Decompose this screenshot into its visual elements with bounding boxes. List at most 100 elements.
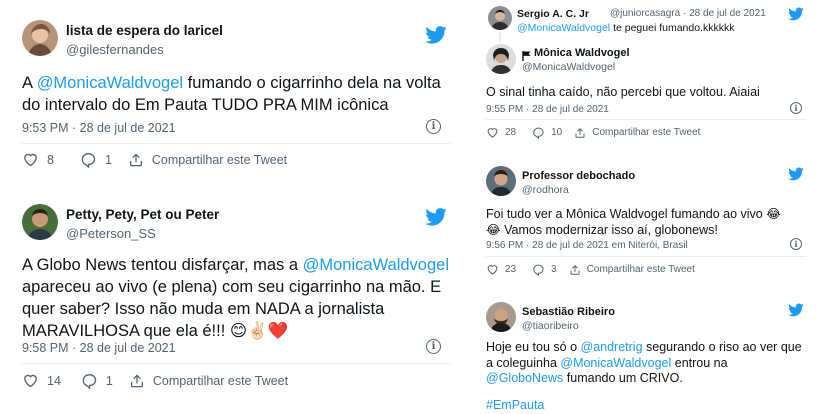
action-bar: 28 10 Compartilhar este Tweet (486, 126, 700, 139)
divider (22, 143, 450, 144)
author-name[interactable]: Petty, Pety, Pet ou Peter (66, 207, 219, 222)
like-count: 8 (47, 152, 54, 167)
info-icon[interactable]: i (426, 339, 441, 354)
quoted-author-name[interactable]: Sergio A. C. Jr (517, 8, 589, 20)
heart-icon (486, 263, 499, 276)
reply-bubble-icon (532, 126, 545, 139)
share-upload-icon (128, 152, 144, 168)
text-part: A (22, 74, 37, 92)
share-label: Compartilhar este Tweet (592, 127, 701, 138)
avatar[interactable] (486, 302, 516, 332)
tweet-text: Hoje eu tou só o @andretrig segurando o … (486, 340, 802, 387)
heart-icon (22, 372, 39, 389)
twitter-bird-icon[interactable] (425, 206, 447, 228)
thread-line (499, 32, 501, 42)
hashtag-link[interactable]: #EmPauta (486, 398, 544, 412)
author-handle[interactable]: @MonicaWaldvogel (522, 61, 615, 73)
reply-button[interactable]: 1 (80, 151, 112, 168)
info-icon[interactable]: i (426, 119, 441, 134)
share-label: Compartilhar este Tweet (151, 152, 288, 167)
reply-count: 3 (551, 264, 557, 275)
action-bar: 8 1 Compartilhar este Tweet (22, 151, 287, 168)
divider (486, 256, 806, 257)
author-handle[interactable]: @tiaoribeiro (522, 320, 579, 332)
action-bar: 14 1 Compartilhar este Tweet (22, 372, 288, 389)
flag-icon (522, 48, 531, 61)
tweet-card-2: Petty, Pety, Pet ou Peter @Peterson_SS A… (10, 192, 458, 406)
mention-link[interactable]: @MonicaWaldvogel (517, 22, 610, 34)
mention-link[interactable]: @MonicaWaldvogel (560, 356, 671, 370)
avatar[interactable] (22, 20, 58, 56)
avatar[interactable] (486, 166, 516, 196)
reply-button[interactable]: 10 (532, 126, 562, 139)
like-button[interactable]: 14 (22, 372, 61, 389)
share-upload-icon (574, 127, 586, 139)
twitter-bird-icon[interactable] (788, 302, 804, 318)
reply-count: 10 (551, 127, 563, 138)
like-count: 14 (47, 373, 61, 388)
tweet-card-1: lista de espera do laricel @gilesfernand… (10, 8, 458, 178)
twitter-bird-icon[interactable] (788, 6, 804, 22)
tweet-timestamp[interactable]: 9:55 PM · 28 de jul de 2021 (486, 104, 609, 115)
reply-button[interactable]: 1 (81, 372, 113, 389)
like-button[interactable]: 23 (486, 263, 516, 276)
text-part: apareceu ao vivo (e plena) com seu cigar… (22, 278, 442, 340)
like-count: 28 (505, 127, 517, 138)
author-name[interactable]: lista de espera do laricel (66, 23, 223, 38)
tweet-text: A @MonicaWaldvogel fumando o cigarrinho … (22, 72, 452, 116)
like-button[interactable]: 28 (486, 126, 516, 139)
divider (486, 119, 806, 120)
action-bar: 23 3 Compartilhar este Tweet (486, 263, 695, 276)
reply-count: 1 (104, 152, 112, 167)
divider (22, 363, 450, 364)
author-name[interactable]: Sebastião Ribeiro (522, 306, 615, 318)
avatar[interactable] (486, 44, 516, 74)
heart-icon (22, 151, 39, 168)
tweet-card-5: Sebastião Ribeiro @tiaoribeiro Hoje eu t… (476, 292, 820, 414)
info-icon[interactable]: i (790, 102, 802, 114)
share-button[interactable]: Compartilhar este Tweet (574, 127, 700, 139)
reply-count: 1 (105, 373, 113, 388)
avatar[interactable] (488, 6, 512, 30)
reply-bubble-icon (80, 151, 97, 168)
twitter-bird-icon[interactable] (788, 166, 804, 182)
mention-link[interactable]: @MonicaWaldvogel (303, 256, 449, 274)
info-icon[interactable]: i (790, 238, 802, 250)
mention-link[interactable]: @MonicaWaldvogel (37, 74, 183, 92)
author-handle[interactable]: @rodhora (522, 184, 569, 196)
like-button[interactable]: 8 (22, 151, 54, 168)
mention-link[interactable]: @GloboNews (486, 371, 563, 385)
tweet-card-4: Professor debochado @rodhora Foi tudo ve… (476, 156, 820, 284)
share-button[interactable]: Compartilhar este Tweet (129, 373, 288, 389)
reply-button[interactable]: 3 (532, 263, 557, 276)
share-label: Compartilhar este Tweet (586, 264, 695, 275)
avatar[interactable] (22, 204, 58, 240)
share-label: Compartilhar este Tweet (152, 373, 289, 388)
like-count: 23 (505, 264, 517, 275)
share-upload-icon (569, 264, 581, 276)
author-name[interactable]: Professor debochado (522, 170, 635, 182)
tweet-text: A Globo News tentou disfarçar, mas a @Mo… (22, 254, 462, 342)
share-upload-icon (129, 373, 145, 389)
heart-icon (486, 126, 499, 139)
tweet-text: Foi tudo ver a Mônica Waldvogel fumando … (486, 207, 781, 237)
tweet-timestamp[interactable]: 9:53 PM · 28 de jul de 2021 (22, 121, 176, 135)
mention-link[interactable]: @andretrig (581, 340, 643, 354)
tweet-text: O sinal tinha caído, não percebi que vol… (486, 85, 760, 99)
quoted-handle-date[interactable]: @juniorcasagra · 28 de jul de 2021 (610, 8, 766, 19)
text-part: Hoje eu tou só o (486, 340, 581, 354)
author-handle[interactable]: @Peterson_SS (66, 226, 156, 241)
share-button[interactable]: Compartilhar este Tweet (569, 264, 695, 276)
tweet-timestamp[interactable]: 9:58 PM · 28 de jul de 2021 (22, 341, 176, 355)
reply-bubble-icon (532, 263, 545, 276)
tweet-timestamp[interactable]: 9:56 PM · 28 de jul de 2021 em Niterói, … (486, 240, 688, 251)
author-handle[interactable]: @gilesfernandes (66, 42, 164, 57)
tweet-card-3: Sergio A. C. Jr @juniorcasagra · 28 de j… (476, 0, 820, 148)
author-name[interactable]: Mônica Waldvogel (534, 47, 630, 59)
twitter-bird-icon[interactable] (425, 24, 447, 46)
text-part: fumando um CRIVO. (563, 371, 683, 385)
share-button[interactable]: Compartilhar este Tweet (128, 152, 287, 168)
text-part: A Globo News tentou disfarçar, mas a (22, 256, 303, 274)
reply-bubble-icon (81, 372, 98, 389)
quoted-text: @MonicaWaldvogel te peguei fumando.kkkkk… (517, 22, 817, 34)
